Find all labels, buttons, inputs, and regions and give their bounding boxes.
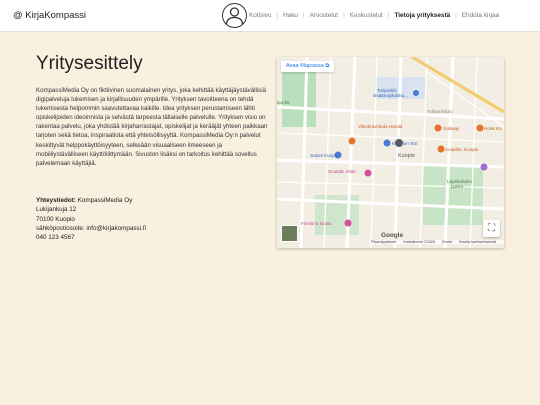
main-nav: Kotisivu | Haku | Arvostelut | Keskustel…: [249, 12, 499, 19]
map-label-sokos: Sokos Kuopio: [310, 153, 339, 158]
embedded-map[interactable]: Avaa Mapsissa ⧉ Toriparkki sisäänajoluis…: [277, 57, 504, 248]
map-label-amarillo: Amarillo, Kuopio: [445, 147, 479, 152]
nav-kotisivu[interactable]: Kotisivu: [249, 12, 271, 19]
open-in-maps-link[interactable]: Avaa Mapsissa ⧉: [281, 61, 335, 72]
contact-company: KompassiMedia Oy: [77, 197, 133, 204]
nav-ehdota-kirjaa[interactable]: Ehdota kirjaa: [462, 12, 499, 19]
company-description: KompassiMedia Oy on fiktiivinen suomalai…: [36, 87, 268, 167]
attr-terms[interactable]: Ehdot: [442, 240, 452, 244]
open-in-maps-label: Avaa Mapsissa: [286, 63, 324, 69]
nav-separator: |: [455, 12, 457, 19]
map-label-subway: Subway: [443, 126, 460, 131]
page-title: Yritysesittely: [36, 53, 143, 74]
map-label-finnkino: Finnkino Scala: [301, 221, 332, 226]
map-label-toriparkki-2: sisäänajoluiska...: [373, 93, 408, 98]
map-label-hook: Hook Ku: [484, 126, 502, 131]
nav-tietoja-yrityksesta[interactable]: Tietoja yrityksestä: [394, 12, 450, 19]
map-label-ipu: ipu-llo: [277, 100, 290, 105]
map-label-tori: Kuopion Tori: [392, 141, 418, 146]
contact-phone: 040 123 4567: [36, 234, 75, 242]
map-label-tulliportinkatu: Tulliportinkatu: [427, 109, 453, 114]
external-link-icon: ⧉: [325, 63, 330, 69]
nav-separator: |: [302, 12, 305, 19]
nav-separator: |: [343, 12, 345, 19]
contact-email: sähköpostiosoite: info@kirjakompassi.fi: [36, 224, 146, 232]
contact-info: Yhteystiedot: KompassiMedia Oy Lukijanku…: [36, 196, 146, 242]
fullscreen-icon[interactable]: ⛶: [483, 220, 500, 237]
map-label-scandic: Scandic Atlas: [328, 169, 356, 174]
nav-separator: |: [276, 12, 279, 19]
attr-shortcuts[interactable]: Pikanäppäimet: [371, 240, 396, 244]
contact-street: Lukijankuja 12: [36, 206, 77, 214]
attr-mapdata: Karttatiedot ©2026: [403, 240, 435, 244]
nav-arvostelut[interactable]: Arvostelut: [310, 12, 338, 19]
map-label-kuopio: Kuopio: [398, 153, 415, 159]
profile-icon[interactable]: [222, 3, 247, 28]
contact-heading: Yhteystiedot:: [36, 197, 76, 204]
brand-logo[interactable]: @ KirjaKompassi: [13, 10, 86, 21]
nav-keskustelut[interactable]: Keskustelut: [350, 12, 383, 19]
google-logo: Google: [381, 232, 404, 239]
map-type-thumbnail[interactable]: [281, 225, 298, 242]
site-header: @ KirjaKompassi Kotisivu | Haku | Arvost…: [0, 0, 540, 32]
attr-report[interactable]: Ilmoita karttavirheestä: [459, 240, 496, 244]
nav-haku[interactable]: Haku: [283, 12, 298, 19]
nav-separator: |: [387, 12, 390, 19]
contact-city: 70100 Kuopio: [36, 215, 75, 223]
contact-heading-line: Yhteystiedot: KompassiMedia Oy: [36, 196, 146, 205]
map-label-viking: Vikinkravintola Harald: [358, 124, 403, 129]
map-label-lapinlahti-2: puisto: [451, 184, 464, 189]
map-attribution: Pikanäppäimet Karttatiedot ©2026 Ehdot I…: [369, 240, 504, 244]
